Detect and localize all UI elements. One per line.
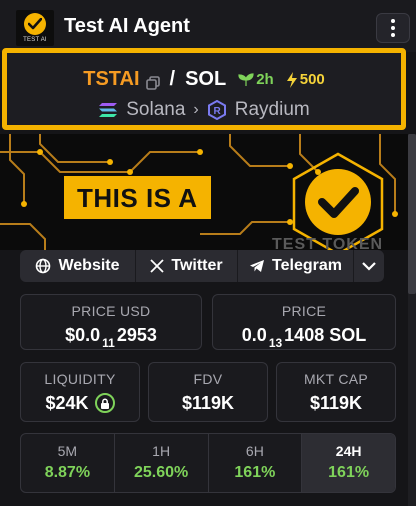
price-usd-label: PRICE USD xyxy=(71,303,151,319)
scrollbar-thumb[interactable] xyxy=(408,134,416,294)
price-native-value: 0.0 13 1408 SOL xyxy=(213,325,395,350)
check-icon xyxy=(24,13,46,35)
logo-text: TEST AI xyxy=(23,37,47,43)
liquidity-value: $24K xyxy=(45,393,89,413)
banner-headline: THIS IS A xyxy=(64,176,211,219)
chain-dex-row: Solana › R Raydium xyxy=(7,99,401,121)
tab-label: 6H xyxy=(245,443,264,459)
price-usd-digits: 2953 xyxy=(116,325,157,345)
raydium-icon: R xyxy=(207,100,226,120)
tab-1h[interactable]: 1H 25.60% xyxy=(115,434,209,492)
website-label: Website xyxy=(58,257,120,274)
tab-label: 5M xyxy=(57,443,78,459)
market-cap-value: $119K xyxy=(309,393,363,413)
tab-label: 1H xyxy=(152,443,171,459)
agent-logo: TEST AI xyxy=(16,10,54,46)
quote-token-symbol: SOL xyxy=(185,68,227,90)
website-button[interactable]: Website xyxy=(20,250,136,282)
tab-change-value: 161% xyxy=(234,464,276,481)
telegram-button[interactable]: Telegram xyxy=(238,250,354,282)
market-cap-card: MKT CAP $119K xyxy=(276,362,396,422)
banner-subline: TEST TOKEN xyxy=(272,236,384,250)
social-links-bar: Website Twitter Telegram xyxy=(20,250,394,284)
pair-row: TSTAI / SOL 2h 500 xyxy=(7,68,401,91)
price-usd-zero-count: 11 xyxy=(102,336,115,350)
price-usd-prefix: $0.0 xyxy=(65,325,101,345)
token-banner-image: THIS IS A TEST TOKEN xyxy=(0,134,408,250)
lightning-icon xyxy=(286,71,297,88)
svg-text:R: R xyxy=(213,106,221,117)
tab-label: 24H xyxy=(335,443,362,459)
x-icon xyxy=(150,259,164,273)
chevron-right-icon: › xyxy=(193,101,199,118)
fdv-value: $119K xyxy=(181,393,235,413)
boost-count[interactable]: 500 xyxy=(286,71,325,88)
telegram-icon xyxy=(250,260,265,272)
token-page: TEST AI Test AI Agent TSTAI / SOL 2h 500 xyxy=(0,0,416,506)
chain-name[interactable]: Solana xyxy=(126,99,185,121)
pair-age-value: 2h xyxy=(256,71,274,88)
timeframe-tabs: 5M 8.87% 1H 25.60% 6H 161% 24H 161% xyxy=(20,433,396,493)
tab-24h[interactable]: 24H 161% xyxy=(302,434,395,492)
copy-icon[interactable] xyxy=(145,73,160,90)
dex-name[interactable]: Raydium xyxy=(235,99,310,121)
fdv-card: FDV $119K xyxy=(148,362,268,422)
kebab-menu-icon xyxy=(391,19,395,23)
agent-title: Test AI Agent xyxy=(64,15,190,37)
globe-icon xyxy=(36,258,51,274)
kebab-menu-icon-dot xyxy=(391,26,395,30)
twitter-button[interactable]: Twitter xyxy=(136,250,238,282)
more-links-button[interactable] xyxy=(354,250,384,282)
price-native-card: PRICE 0.0 13 1408 SOL xyxy=(212,294,396,350)
liquidity-card: LIQUIDITY $24K xyxy=(20,362,140,422)
telegram-label: Telegram xyxy=(272,257,342,274)
boost-value: 500 xyxy=(299,71,325,88)
tab-6h[interactable]: 6H 161% xyxy=(209,434,303,492)
chevron-down-icon xyxy=(362,262,376,271)
twitter-label: Twitter xyxy=(171,257,223,274)
pair-age: 2h xyxy=(238,71,274,88)
price-usd-card: PRICE USD $0.0 11 2953 xyxy=(20,294,202,350)
tab-change-value: 25.60% xyxy=(133,464,189,481)
pair-info-highlight: TSTAI / SOL 2h 500 Solana › R Raydium xyxy=(2,48,406,130)
base-token-symbol: TSTAI xyxy=(83,68,140,90)
fdv-label: FDV xyxy=(193,371,223,387)
liquidity-value-row: $24K xyxy=(21,393,139,414)
market-cap-label: MKT CAP xyxy=(303,371,369,387)
lock-icon[interactable] xyxy=(94,393,115,413)
kebab-menu-button[interactable] xyxy=(376,13,410,43)
app-header: TEST AI Test AI Agent xyxy=(0,0,416,52)
kebab-menu-icon-dot xyxy=(391,33,395,37)
pair-separator: / xyxy=(169,68,176,90)
price-native-prefix: 0.0 xyxy=(241,325,267,345)
liquidity-label: LIQUIDITY xyxy=(44,371,116,387)
solana-icon xyxy=(99,103,118,117)
price-usd-value: $0.0 11 2953 xyxy=(21,325,201,350)
price-native-zero-count: 13 xyxy=(268,336,283,350)
sprout-icon xyxy=(238,72,254,86)
tab-change-value: 8.87% xyxy=(44,464,91,481)
tab-5m[interactable]: 5M 8.87% xyxy=(21,434,115,492)
tab-change-value: 161% xyxy=(328,464,370,481)
price-native-digits: 1408 SOL xyxy=(284,325,367,345)
price-native-label: PRICE xyxy=(281,303,327,319)
